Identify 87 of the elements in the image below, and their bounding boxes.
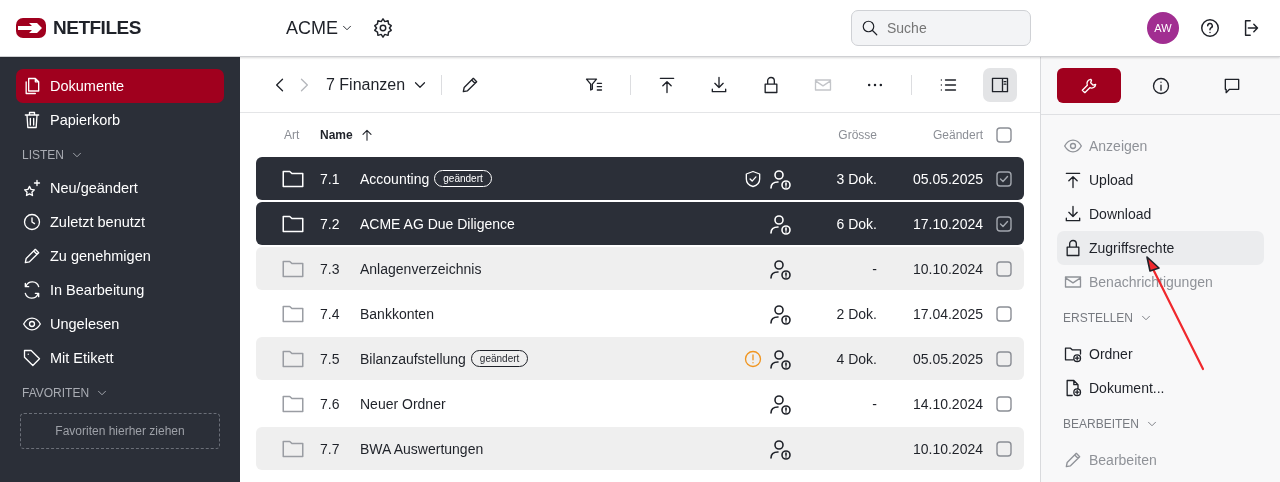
section-header[interactable]: ERSTELLEN xyxy=(1057,299,1264,337)
action-item[interactable]: Upload xyxy=(1057,163,1264,197)
row-checkbox[interactable] xyxy=(996,350,1012,367)
user-avatar[interactable]: AW xyxy=(1147,12,1179,44)
changed-date: 14.10.2024 xyxy=(911,395,983,412)
side-panel-button[interactable] xyxy=(983,67,1017,102)
folder-name[interactable]: Neuer Ordner xyxy=(360,395,446,412)
folder-row[interactable]: 7.3 Anlagenverzeichnis - 10.10.2024 xyxy=(256,247,1024,290)
clock-icon xyxy=(22,212,42,232)
trash-icon xyxy=(22,110,42,130)
select-all-checkbox[interactable] xyxy=(996,127,1012,143)
column-header: Grösse xyxy=(837,128,877,142)
search-field[interactable]: Suche xyxy=(851,10,1031,46)
sidebar-item[interactable]: Dokumente xyxy=(16,69,224,103)
column-header[interactable]: Name xyxy=(320,128,353,142)
column-header: Art xyxy=(284,128,301,142)
column-header: Geändert xyxy=(931,128,983,142)
folder-dropdown[interactable]: 7 Finanzen xyxy=(326,75,430,94)
changed-date: 17.04.2025 xyxy=(911,305,983,322)
brand-name: NETFILES xyxy=(53,17,141,39)
folder-size: - xyxy=(872,260,877,277)
changed-date: 10.10.2024 xyxy=(911,440,983,457)
folder-size: 3 Dok. xyxy=(836,170,877,187)
folder-number: 7.6 xyxy=(320,395,341,412)
folder-size: - xyxy=(872,395,877,412)
pencil-icon xyxy=(1063,450,1083,470)
row-checkbox[interactable] xyxy=(996,395,1012,412)
folder-number: 7.5 xyxy=(320,350,341,367)
shield-check-icon xyxy=(743,168,763,189)
section-header[interactable]: FAVORITEN xyxy=(16,377,224,409)
folder-row[interactable]: 7.7 BWA Auswertungen 10.10.2024 xyxy=(256,427,1024,470)
action-item[interactable]: Dokument... xyxy=(1057,371,1264,405)
tag-icon xyxy=(22,348,42,368)
folder-row[interactable]: 7.1 Accounting geändert 3 Dok. 05.05.2025 xyxy=(256,157,1024,200)
section-header[interactable]: BEARBEITEN xyxy=(1057,405,1264,443)
folder-row[interactable]: 7.4 Bankkonten 2 Dok. 17.04.2025 xyxy=(256,292,1024,335)
sidebar-item[interactable]: Zuletzt benutzt xyxy=(16,205,224,239)
download-icon xyxy=(1063,204,1083,224)
logo-icon xyxy=(16,18,46,38)
folder-number: 7.1 xyxy=(320,170,341,187)
folder-name[interactable]: Accounting xyxy=(360,170,430,187)
settings-icon[interactable] xyxy=(372,17,394,39)
folder-row[interactable]: 7.5 Bilanzaufstellung geändert 4 Dok. 05.05.2025 xyxy=(256,337,1024,380)
folder-name[interactable]: BWA Auswertungen xyxy=(360,440,484,457)
info-icon[interactable] xyxy=(1150,75,1171,96)
sidebar-item[interactable]: Mit Etikett xyxy=(16,341,224,375)
help-icon[interactable] xyxy=(1199,17,1221,39)
row-checkbox[interactable] xyxy=(996,305,1012,322)
sidebar-item[interactable]: Zu genehmigen xyxy=(16,239,224,273)
folder-row[interactable]: 7.2 ACME AG Due Diligence 6 Dok. 17.10.2024 xyxy=(256,202,1024,245)
section-header[interactable]: LISTEN xyxy=(16,139,224,171)
action-item[interactable]: Download xyxy=(1057,197,1264,231)
folder-name[interactable]: Bilanzaufstellung xyxy=(360,350,466,367)
pencil-icon xyxy=(22,246,42,266)
action-item[interactable]: Zugriffsrechte xyxy=(1057,231,1264,265)
folder-number: 7.2 xyxy=(320,215,341,232)
folder-number: 7.7 xyxy=(320,440,341,457)
download-icon[interactable] xyxy=(709,74,729,95)
folder-number: 7.3 xyxy=(320,260,341,277)
changed-date: 10.10.2024 xyxy=(911,260,983,277)
sidebar-item[interactable]: Ungelesen xyxy=(16,307,224,341)
upload-icon xyxy=(1063,170,1083,190)
folder-name[interactable]: ACME AG Due Diligence xyxy=(360,215,515,232)
row-checkbox[interactable] xyxy=(996,440,1012,457)
folder-row[interactable]: 7.6 Neuer Ordner - 14.10.2024 xyxy=(256,382,1024,425)
changed-date: 05.05.2025 xyxy=(911,170,983,187)
folder-size: 6 Dok. xyxy=(836,215,877,232)
sparkle-star-icon xyxy=(22,178,42,198)
favorites-dropzone[interactable]: Favoriten hierher ziehen xyxy=(20,413,220,449)
workspace-dropdown[interactable]: ACME xyxy=(286,17,354,39)
changed-date: 05.05.2025 xyxy=(911,350,983,367)
refresh-icon xyxy=(22,280,42,300)
row-checkbox[interactable] xyxy=(996,260,1012,277)
row-checkbox[interactable] xyxy=(996,170,1012,187)
wrench-tab[interactable] xyxy=(1057,68,1121,103)
sidebar-item[interactable]: Papierkorb xyxy=(16,103,224,137)
folder-name[interactable]: Bankkonten xyxy=(360,305,434,322)
row-checkbox[interactable] xyxy=(996,215,1012,232)
sidebar-item[interactable]: In Bearbeitung xyxy=(16,273,224,307)
folder-number: 7.4 xyxy=(320,305,341,322)
folder-size: 4 Dok. xyxy=(836,350,877,367)
folder-size: 2 Dok. xyxy=(836,305,877,322)
changed-date: 17.10.2024 xyxy=(911,215,983,232)
folder-name[interactable]: Anlagenverzeichnis xyxy=(360,260,482,277)
sidebar-item[interactable]: Neu/geändert xyxy=(16,171,224,205)
action-item[interactable]: Ordner xyxy=(1057,337,1264,371)
warning-icon xyxy=(743,348,763,369)
